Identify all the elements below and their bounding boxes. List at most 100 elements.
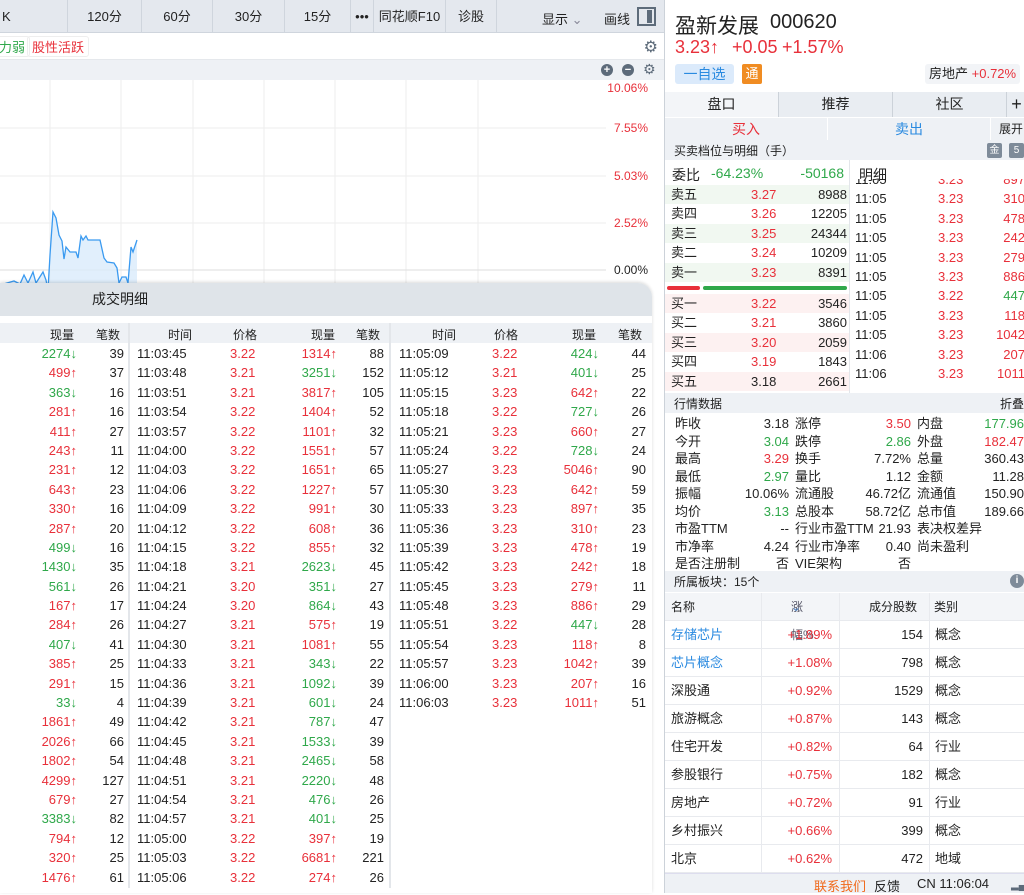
trade-row[interactable]: 1802↑54 bbox=[0, 751, 130, 770]
trade-row[interactable]: 330↑16 bbox=[0, 499, 130, 518]
sector-name[interactable]: 深股通 bbox=[671, 677, 710, 705]
trade-row[interactable]: 11:04:183.212623↓45 bbox=[130, 557, 390, 576]
bid-level[interactable]: 买一3.223546 bbox=[665, 294, 849, 313]
trade-row[interactable]: 11:04:423.21787↓47 bbox=[130, 712, 390, 731]
feedback-button[interactable]: 反馈 bbox=[874, 876, 900, 895]
trade-row[interactable]: 11:04:333.21343↓22 bbox=[130, 654, 390, 673]
display-dropdown[interactable]: 显示 ⌄ bbox=[542, 9, 583, 28]
trade-row[interactable]: 411↑27 bbox=[0, 422, 130, 441]
trade-row[interactable]: 11:05:243.22728↓24 bbox=[392, 441, 652, 460]
trade-row[interactable]: 284↑26 bbox=[0, 615, 130, 634]
ask-level[interactable]: 卖二3.2410209 bbox=[665, 243, 849, 262]
trade-row[interactable]: 561↓26 bbox=[0, 577, 130, 596]
intraday-chart[interactable]: 10.06% 7.55% 5.03% 2.52% 0.00% bbox=[0, 80, 664, 290]
trade-row[interactable]: 385↑25 bbox=[0, 654, 130, 673]
sector-row[interactable]: 旅游概念+0.87%143概念 bbox=[665, 705, 1024, 733]
trade-row[interactable]: 11:04:453.211533↓39 bbox=[130, 732, 390, 751]
trade-row[interactable]: 794↑12 bbox=[0, 829, 130, 848]
trade-row[interactable]: 11:04:213.20351↓27 bbox=[130, 577, 390, 596]
trade-row[interactable]: 11:05:303.23642↑59 bbox=[392, 480, 652, 499]
sector-name[interactable]: 旅游概念 bbox=[671, 705, 723, 733]
sector-row[interactable]: 房地产+0.72%91行业 bbox=[665, 789, 1024, 817]
trade-row[interactable]: 1430↓35 bbox=[0, 557, 130, 576]
sector-name[interactable]: 参股银行 bbox=[671, 761, 723, 789]
trade-row[interactable]: 11:05:363.23310↑23 bbox=[392, 519, 652, 538]
sector-row[interactable]: 深股通+0.92%1529概念 bbox=[665, 677, 1024, 705]
trade-row[interactable]: 11:04:363.211092↓39 bbox=[130, 674, 390, 693]
trade-row[interactable]: 11:05:153.23642↑22 bbox=[392, 383, 652, 402]
bid-level[interactable]: 买五3.182661 bbox=[665, 372, 849, 391]
trade-row[interactable]: 11:04:123.22608↑36 bbox=[130, 519, 390, 538]
tab-recommend[interactable]: 推荐 bbox=[779, 92, 893, 117]
trade-row[interactable]: 11:05:513.22447↓28 bbox=[392, 615, 652, 634]
trade-row[interactable]: 363↓16 bbox=[0, 383, 130, 402]
trade-row[interactable]: 11:05:183.22727↓26 bbox=[392, 402, 652, 421]
gold-badge[interactable]: 金 bbox=[987, 143, 1002, 158]
trade-row[interactable]: 11:04:513.212220↓48 bbox=[130, 771, 390, 790]
sector-row[interactable]: 芯片概念+1.08%798概念 bbox=[665, 649, 1024, 677]
tab-order-book[interactable]: 盘口 bbox=[665, 92, 779, 117]
trade-row[interactable]: 2026↑66 bbox=[0, 732, 130, 751]
tab-60min[interactable]: 60分 bbox=[142, 0, 213, 33]
trade-row[interactable]: 11:04:273.21575↑19 bbox=[130, 615, 390, 634]
gear-icon[interactable]: ⚙ bbox=[644, 37, 658, 57]
sector-row[interactable]: 北京+0.62%472地域 bbox=[665, 845, 1024, 873]
expand-button[interactable]: 展开 bbox=[991, 118, 1024, 140]
remove-watchlist-button[interactable]: 一自选 bbox=[675, 64, 734, 84]
level-badge[interactable]: 5 bbox=[1009, 143, 1024, 158]
sector-name[interactable]: 北京 bbox=[671, 845, 697, 873]
trade-row[interactable]: 287↑20 bbox=[0, 519, 130, 538]
trade-row[interactable]: 499↑37 bbox=[0, 363, 130, 382]
trade-row[interactable]: 1861↑49 bbox=[0, 712, 130, 731]
trade-row[interactable]: 281↑16 bbox=[0, 402, 130, 421]
sector-name[interactable]: 存储芯片 bbox=[671, 621, 723, 649]
trade-row[interactable]: 11:04:153.22855↑32 bbox=[130, 538, 390, 557]
trade-row[interactable]: 11:03:543.221404↑52 bbox=[130, 402, 390, 421]
draw-button[interactable]: 画线 bbox=[604, 9, 630, 28]
trade-row[interactable]: 11:04:303.211081↑55 bbox=[130, 635, 390, 654]
sector-name[interactable]: 乡村振兴 bbox=[671, 817, 723, 845]
trade-row[interactable]: 11:04:093.22991↑30 bbox=[130, 499, 390, 518]
trade-row[interactable]: 11:04:033.221651↑65 bbox=[130, 460, 390, 479]
trade-row[interactable]: 11:04:393.21601↓24 bbox=[130, 693, 390, 712]
contact-link[interactable]: 联系我们 bbox=[814, 876, 866, 895]
add-tab-button[interactable]: + bbox=[1007, 92, 1024, 117]
panel-toggle-icon[interactable] bbox=[637, 7, 656, 26]
tag-active[interactable]: 股性活跃 bbox=[27, 36, 89, 57]
trade-row[interactable]: 11:03:453.221314↑88 bbox=[130, 344, 390, 363]
trade-row[interactable]: 11:04:063.221227↑57 bbox=[130, 480, 390, 499]
connect-badge[interactable]: 通 bbox=[742, 64, 762, 84]
trade-row[interactable]: 243↑11 bbox=[0, 441, 130, 460]
trade-row[interactable]: 11:06:033.231011↑51 bbox=[392, 693, 652, 712]
trade-row[interactable]: 291↑15 bbox=[0, 674, 130, 693]
bid-level[interactable]: 买四3.191843 bbox=[665, 352, 849, 371]
bid-level[interactable]: 买二3.213860 bbox=[665, 313, 849, 332]
tab-30min[interactable]: 30分 bbox=[213, 0, 285, 33]
fold-button[interactable]: 折叠 bbox=[1000, 395, 1024, 412]
trade-row[interactable]: 11:05:483.23886↑29 bbox=[392, 596, 652, 615]
sector-row[interactable]: 存储芯片+1.89%154概念 bbox=[665, 621, 1024, 649]
trade-row[interactable]: 2274↓39 bbox=[0, 344, 130, 363]
tab-community[interactable]: 社区 bbox=[893, 92, 1007, 117]
trade-row[interactable]: 11:03:513.213817↑105 bbox=[130, 383, 390, 402]
sector-name[interactable]: 房地产 bbox=[671, 789, 710, 817]
trade-row[interactable]: 167↑17 bbox=[0, 596, 130, 615]
col-type[interactable]: 类别 bbox=[934, 593, 958, 621]
col-count[interactable]: 成分股数 bbox=[869, 593, 917, 621]
trade-row[interactable]: 11:05:063.22274↑26 bbox=[130, 868, 390, 887]
zoom-out-icon[interactable]: − bbox=[622, 64, 634, 76]
tick-list[interactable]: 11:053.2389711:053.2331011:053.2347811:0… bbox=[851, 179, 1024, 393]
trade-row[interactable]: 11:05:213.23660↑27 bbox=[392, 422, 652, 441]
trade-row[interactable]: 231↑12 bbox=[0, 460, 130, 479]
gear-icon[interactable]: ⚙ bbox=[643, 61, 656, 78]
sector-row[interactable]: 乡村振兴+0.66%399概念 bbox=[665, 817, 1024, 845]
trade-row[interactable]: 11:03:483.213251↓152 bbox=[130, 363, 390, 382]
buy-button[interactable]: 买入 bbox=[665, 118, 827, 140]
ask-level[interactable]: 卖四3.2612205 bbox=[665, 204, 849, 223]
trade-row[interactable]: 11:05:573.231042↑39 bbox=[392, 654, 652, 673]
trade-row[interactable]: 11:05:003.22397↑19 bbox=[130, 829, 390, 848]
more-button[interactable]: ••• bbox=[351, 0, 374, 33]
trade-row[interactable]: 11:06:003.23207↑16 bbox=[392, 674, 652, 693]
tag-weak[interactable]: 力弱 bbox=[0, 36, 30, 57]
trade-row[interactable]: 643↑23 bbox=[0, 480, 130, 499]
